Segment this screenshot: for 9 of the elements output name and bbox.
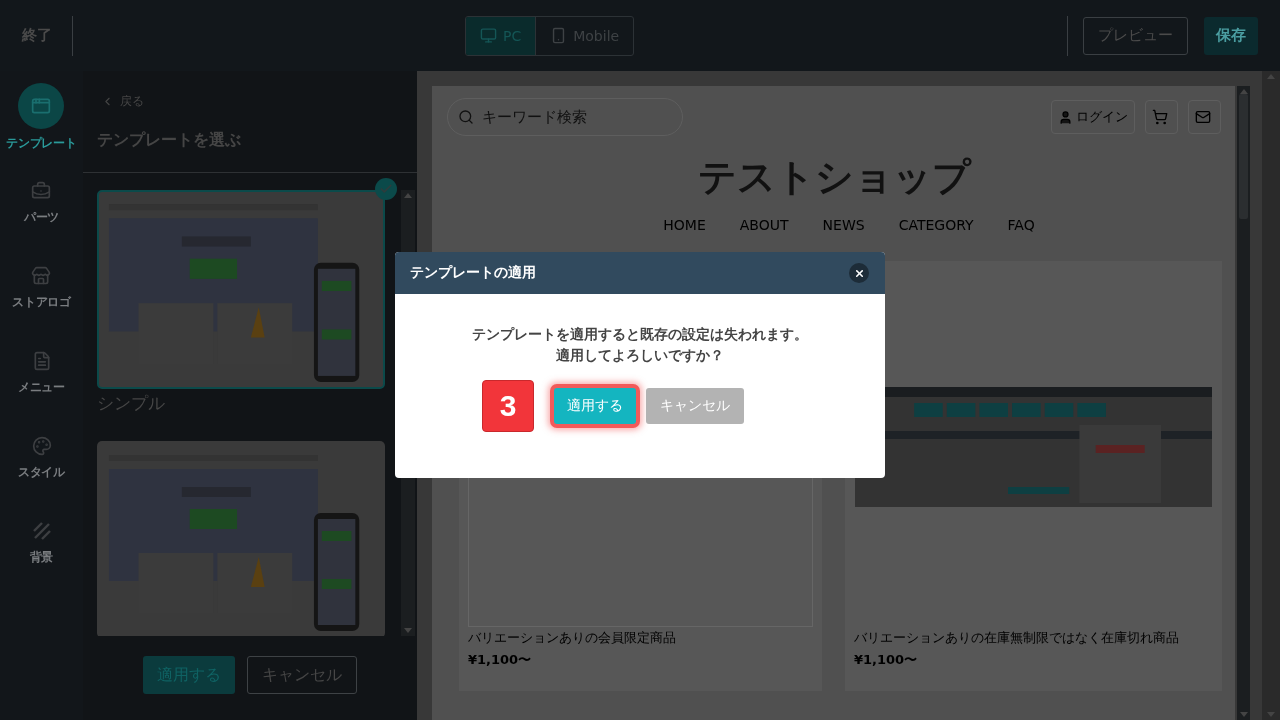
product-name: バリエーションありの在庫無制限ではなく在庫切れ商品 — [854, 629, 1180, 647]
product-name: バリエーションありの会員限定商品 — [468, 629, 677, 647]
step-badge: 3 — [482, 380, 534, 432]
dialog-message: 適用してよろしいですか？ — [556, 346, 724, 365]
product-price: ¥1,100〜 — [468, 651, 533, 669]
dialog-message: テンプレートを適用すると既存の設定は失われます。 — [472, 325, 808, 344]
product-price: ¥1,100〜 — [854, 651, 919, 669]
dialog-title: テンプレートの適用 — [410, 264, 536, 282]
shop-title: テストショップ — [696, 154, 973, 201]
